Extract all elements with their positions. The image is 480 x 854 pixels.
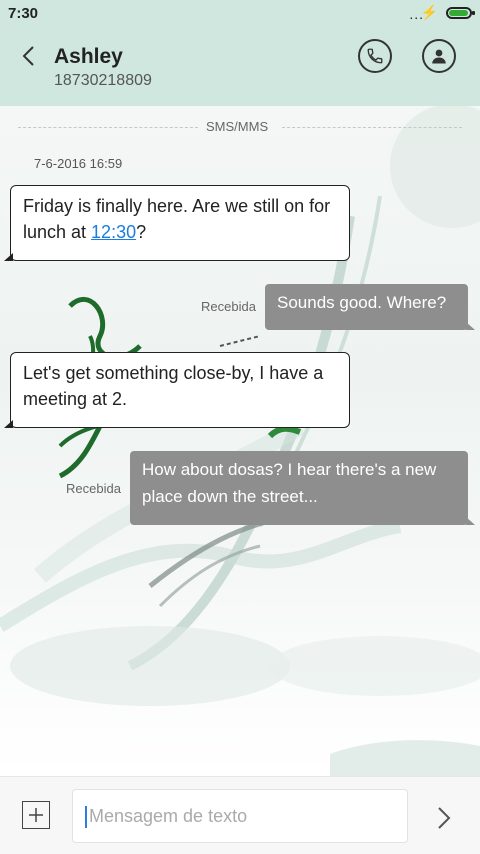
contact-number: 18730218809 (54, 72, 152, 89)
message-date: 7-6-2016 16:59 (34, 156, 123, 171)
delivery-status: Recebida (66, 481, 121, 496)
person-icon (432, 49, 446, 64)
outgoing-message-bubble[interactable]: How about dosas? I hear there's a new pl… (130, 451, 475, 525)
message-text: Let's get something close-by, I have a m… (23, 363, 324, 409)
text-cursor (85, 806, 87, 828)
contact-profile-button[interactable] (422, 39, 456, 73)
channel-separator-label: SMS/MMS (206, 119, 269, 134)
incoming-message-bubble[interactable]: Let's get something close-by, I have a m… (4, 352, 350, 428)
plus-icon (29, 808, 43, 822)
delivery-status: Recebida (201, 299, 256, 314)
status-time: 7:30 (8, 5, 39, 22)
message-input[interactable]: Mensagem de texto (72, 789, 408, 843)
back-button[interactable] (16, 42, 44, 70)
message-text: How about dosas? I hear there's a new pl… (142, 460, 437, 506)
message-text: ? (136, 222, 147, 242)
charging-icon: ⚡ (420, 4, 438, 20)
message-list[interactable]: SMS/MMS 7-6-2016 16:59 Friday is finally… (0, 106, 480, 776)
contact-name: Ashley (54, 45, 123, 68)
phone-icon (367, 48, 383, 64)
status-bar: 7:30 ... ⚡ (0, 0, 480, 28)
compose-bar: Mensagem de texto (0, 776, 480, 854)
outgoing-message-bubble[interactable]: Sounds good. Where? (265, 284, 475, 330)
chevron-right-icon (438, 807, 451, 829)
time-link[interactable]: 12:30 (91, 222, 136, 242)
message-input-placeholder: Mensagem de texto (89, 806, 248, 826)
conversation-header: Ashley 18730218809 (0, 28, 480, 106)
separator-line (18, 127, 198, 128)
incoming-message-bubble[interactable]: Friday is finally here. Are we still on … (4, 185, 350, 261)
message-text: Sounds good. Where? (277, 293, 447, 312)
call-button[interactable] (358, 39, 392, 73)
message-text: Friday is finally here. Are we still on … (23, 196, 331, 242)
separator-line (282, 127, 462, 128)
chevron-left-icon (22, 46, 34, 66)
send-button[interactable] (428, 803, 458, 833)
attach-button[interactable] (22, 801, 50, 829)
battery-icon (446, 7, 475, 19)
